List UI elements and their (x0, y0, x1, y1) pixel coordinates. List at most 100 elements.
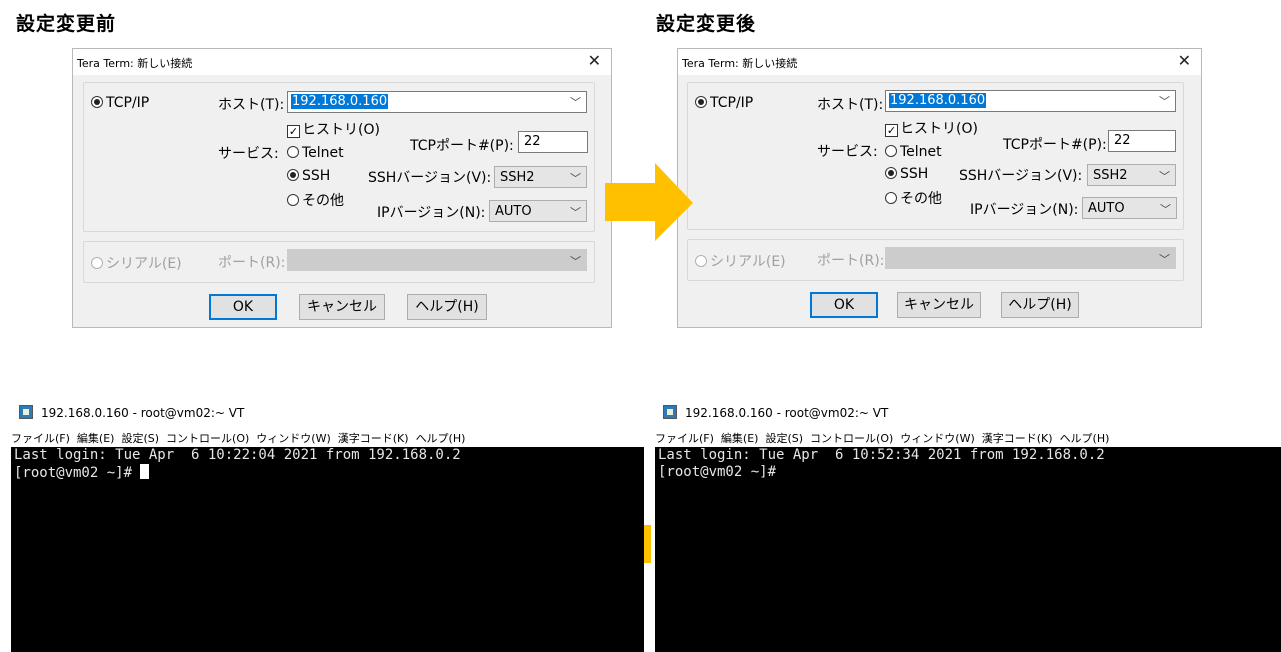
port-select: ﹀ (287, 249, 587, 271)
menu-control[interactable]: コントロール(O) (166, 432, 249, 445)
tcpport-label: TCPポート#(P): (410, 138, 514, 154)
terminal-title: 192.168.0.160 - root@vm02:~ VT (685, 406, 889, 420)
sshver-label: SSHバージョン(V): (959, 168, 1083, 184)
menu-edit[interactable]: 編集(E) (721, 432, 759, 445)
menu-file[interactable]: ファイル(F) (11, 432, 70, 445)
menu-control[interactable]: コントロール(O) (810, 432, 893, 445)
heading-before: 設定変更前 (16, 13, 117, 35)
cancel-button[interactable]: キャンセル (299, 294, 385, 320)
teraterm-icon (663, 405, 677, 419)
terminal-line-login: Last login: Tue Apr 6 10:52:34 2021 from… (658, 447, 1105, 463)
serial-radio: シリアル(E) (91, 253, 182, 273)
host-combobox[interactable]: 192.168.0.160 ﹀ (885, 90, 1176, 112)
ipver-label: IPバージョン(N): (377, 205, 486, 221)
terminal-line-prompt: [root@vm02 ~]# (14, 464, 641, 482)
menu-help[interactable]: ヘルプ(H) (1060, 432, 1110, 445)
cancel-button[interactable]: キャンセル (897, 292, 981, 318)
sshver-value: SSH2 (500, 170, 535, 185)
terminal-screen[interactable]: Last login: Tue Apr 6 10:52:34 2021 from… (655, 447, 1281, 652)
chevron-down-icon[interactable]: ﹀ (1159, 93, 1170, 109)
radio-selected-icon (695, 96, 707, 108)
help-button[interactable]: ヘルプ(H) (1001, 292, 1079, 318)
sshver-label: SSHバージョン(V): (368, 170, 492, 186)
cursor-block (140, 464, 150, 479)
ssh-radio[interactable]: SSH (885, 166, 928, 182)
radio-selected-icon (885, 167, 897, 179)
ipver-select[interactable]: AUTO ﹀ (489, 200, 587, 222)
radio-disabled-icon (91, 257, 103, 269)
menu-window[interactable]: ウィンドウ(W) (256, 432, 330, 445)
tcpip-radio[interactable]: TCP/IP (91, 95, 149, 111)
terminal-window-before: 192.168.0.160 - root@vm02:~ VT ファイル(F) 編集… (7, 397, 644, 652)
menu-file[interactable]: ファイル(F) (655, 432, 714, 445)
chevron-down-icon[interactable]: ﹀ (570, 94, 581, 110)
terminal-titlebar: 192.168.0.160 - root@vm02:~ VT (19, 405, 244, 420)
chevron-down-icon: ﹀ (1160, 203, 1171, 216)
menu-edit[interactable]: 編集(E) (77, 432, 115, 445)
tcpip-radio[interactable]: TCP/IP (695, 95, 753, 111)
telnet-radio[interactable]: Telnet (885, 144, 942, 160)
history-checkbox[interactable]: ✓ ヒストリ(O) (885, 118, 978, 138)
arrow-right-icon (605, 163, 693, 241)
service-label: サービス: (817, 144, 878, 160)
other-radio[interactable]: その他 (287, 190, 344, 210)
chevron-down-icon: ﹀ (570, 206, 581, 219)
host-value: 192.168.0.160 (291, 94, 389, 109)
tcpport-input[interactable]: 22 (518, 131, 588, 153)
tcpport-value: 22 (1114, 133, 1131, 148)
dialog-titlebar: Tera Term: 新しい接続 ✕ (678, 49, 1201, 75)
ipver-label: IPバージョン(N): (970, 202, 1079, 218)
close-icon[interactable]: ✕ (1178, 51, 1191, 70)
tcpport-value: 22 (524, 134, 541, 149)
telnet-radio[interactable]: Telnet (287, 145, 344, 161)
dialog-title: Tera Term: 新しい接続 (682, 57, 798, 70)
host-combobox[interactable]: 192.168.0.160 ﹀ (287, 91, 587, 113)
menu-window[interactable]: ウィンドウ(W) (900, 432, 974, 445)
terminal-screen[interactable]: Last login: Tue Apr 6 10:22:04 2021 from… (11, 447, 644, 652)
checkbox-checked-icon: ✓ (885, 124, 898, 137)
port-label: ポート(R): (218, 255, 286, 271)
radio-icon (885, 192, 897, 204)
port-label: ポート(R): (817, 253, 885, 269)
sshver-select[interactable]: SSH2 ﹀ (1087, 164, 1176, 186)
history-checkbox[interactable]: ✓ ヒストリ(O) (287, 119, 380, 139)
menu-help[interactable]: ヘルプ(H) (416, 432, 466, 445)
sshver-select[interactable]: SSH2 ﹀ (494, 166, 587, 188)
chevron-down-icon: ﹀ (570, 172, 581, 185)
ssh-radio[interactable]: SSH (287, 168, 330, 184)
close-icon[interactable]: ✕ (588, 51, 601, 70)
menu-setup[interactable]: 設定(S) (765, 432, 803, 445)
sshver-value: SSH2 (1093, 168, 1128, 183)
terminal-titlebar: 192.168.0.160 - root@vm02:~ VT (663, 405, 888, 420)
radio-icon (287, 146, 299, 158)
radio-icon (885, 145, 897, 157)
tcpport-label: TCPポート#(P): (1003, 137, 1107, 153)
port-select: ﹀ (885, 247, 1176, 269)
radio-selected-icon (287, 169, 299, 181)
checkbox-checked-icon: ✓ (287, 125, 300, 138)
menu-setup[interactable]: 設定(S) (121, 432, 159, 445)
ok-button[interactable]: OK (810, 292, 878, 318)
help-button[interactable]: ヘルプ(H) (407, 294, 487, 320)
menu-kanji-code[interactable]: 漢字コード(K) (338, 432, 409, 445)
tcpport-input[interactable]: 22 (1108, 130, 1176, 152)
serial-radio: シリアル(E) (695, 251, 786, 271)
radio-icon (287, 194, 299, 206)
terminal-line-login: Last login: Tue Apr 6 10:22:04 2021 from… (14, 447, 461, 463)
chevron-down-icon: ﹀ (1159, 170, 1170, 183)
ipver-value: AUTO (1088, 201, 1125, 216)
radio-disabled-icon (695, 255, 707, 267)
host-value: 192.168.0.160 (889, 93, 987, 108)
dialog-title: Tera Term: 新しい接続 (77, 57, 193, 70)
heading-after: 設定変更後 (656, 13, 757, 35)
terminal-title: 192.168.0.160 - root@vm02:~ VT (41, 406, 245, 420)
other-radio[interactable]: その他 (885, 188, 942, 208)
menu-kanji-code[interactable]: 漢字コード(K) (982, 432, 1053, 445)
ipver-select[interactable]: AUTO ﹀ (1082, 197, 1177, 219)
teraterm-icon (19, 405, 33, 419)
terminal-menubar: ファイル(F) 編集(E) 設定(S) コントロール(O) ウィンドウ(W) 漢字コード(… (11, 430, 472, 446)
chevron-down-icon: ﹀ (570, 255, 581, 268)
terminal-line-prompt: [root@vm02 ~]# (658, 464, 777, 480)
ok-button[interactable]: OK (209, 294, 277, 320)
service-label: サービス: (218, 146, 279, 162)
